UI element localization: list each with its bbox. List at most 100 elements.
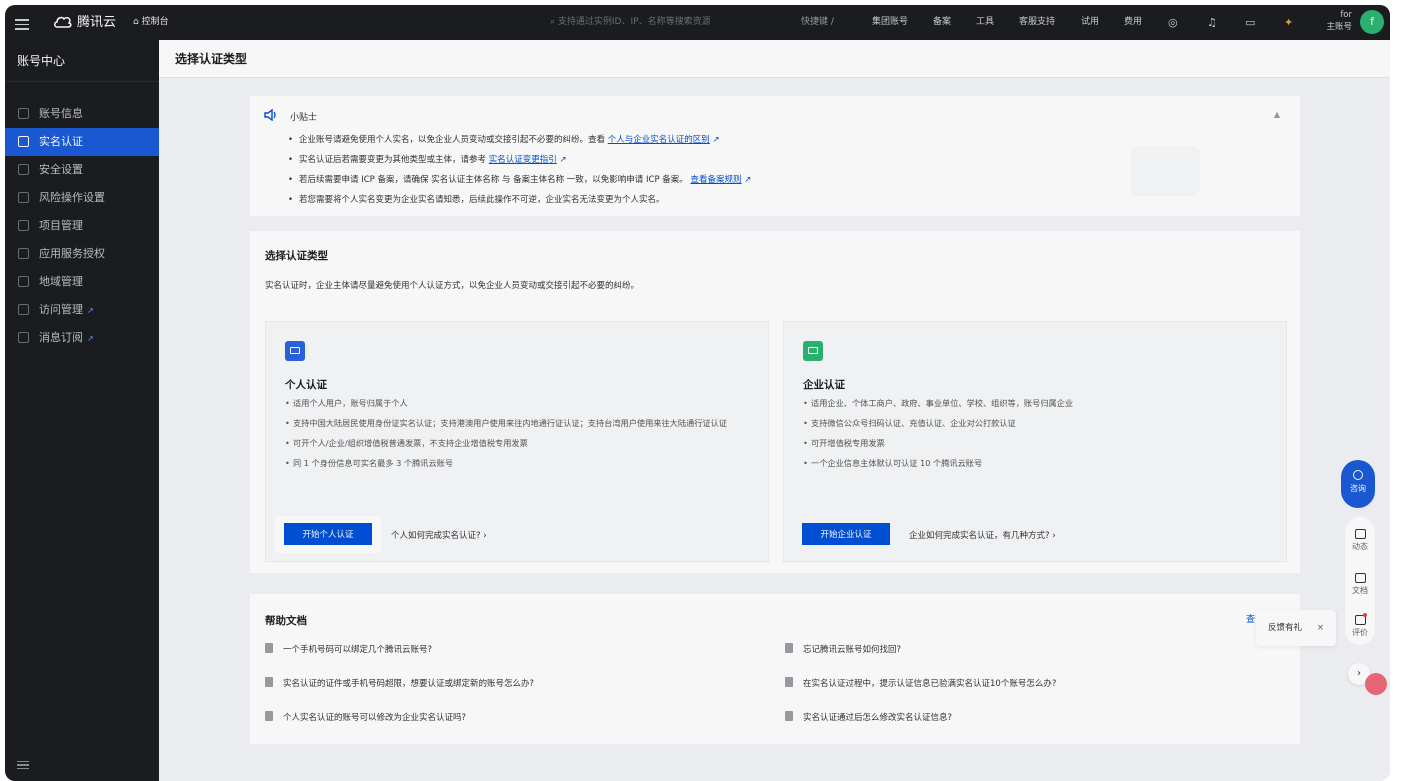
enterprise-help-link[interactable]: 企业如何完成实名认证，有几种方式? › xyxy=(909,529,1056,541)
sidebar-item-subscribe[interactable]: 消息订阅 ↗ xyxy=(5,324,159,352)
sidebar-item-projects[interactable]: 项目管理 xyxy=(5,212,159,240)
list-item: 若您需要将个人实名变更为企业实名请知悉，后续此操作不可逆，企业实名无法变更为个人… xyxy=(288,190,751,210)
console-label: 控制台 xyxy=(141,17,169,27)
enterprise-option: 企业认证 适用企业、个体工商户、政府、事业单位、学校、组织等，账号归属企业 支持… xyxy=(783,321,1287,562)
dynamic-button[interactable]: 动态 xyxy=(1345,529,1375,552)
tips-title: 小贴士 xyxy=(290,113,318,123)
megaphone-watermark-icon xyxy=(1130,146,1200,196)
float-toolbar: 动态 文档 评价 xyxy=(1345,517,1375,645)
search-input[interactable]: ⌕ 支持通过实例ID、IP、名称等搜索资源 xyxy=(550,5,711,40)
doc-link[interactable]: 实名认证的证件或手机号码超限，想要认证或绑定新的账号怎么办? xyxy=(265,677,534,689)
doc-link[interactable]: 忘记腾讯云账号如何找回? xyxy=(785,643,901,655)
list-item: 可开增值税专用发票 xyxy=(803,436,1273,450)
list-item: 企业账号请避免使用个人实名，以免企业人员变动或交接引起不必要的纠纷。查看 个人与… xyxy=(288,130,751,150)
sidebar-item-security[interactable]: 安全设置 xyxy=(5,156,159,184)
docs-button[interactable]: 文档 xyxy=(1345,573,1375,596)
dynamic-label: 动态 xyxy=(1352,542,1368,551)
sidebar-item-app-auth[interactable]: 应用服务授权 xyxy=(5,240,159,268)
option-title: 企业认证 xyxy=(803,379,845,391)
layers-icon xyxy=(18,248,29,259)
review-label: 评价 xyxy=(1352,628,1368,637)
external-link-icon: ↗ xyxy=(87,306,94,315)
nav-trial[interactable]: 试用 xyxy=(1081,5,1099,40)
map-icon xyxy=(18,276,29,287)
id-card-icon xyxy=(285,341,305,361)
nav-tools[interactable]: 工具 xyxy=(976,5,994,40)
account-type[interactable]: for 主账号 xyxy=(1326,9,1352,33)
document-icon xyxy=(785,677,793,687)
bell-icon[interactable]: ♫ xyxy=(1207,5,1217,40)
tip-link[interactable]: 个人与企业实名认证的区别 xyxy=(608,135,710,145)
tip-link[interactable]: 查看备案规则 xyxy=(690,175,741,185)
sidebar-item-risk[interactable]: 风险操作设置 xyxy=(5,184,159,212)
logo-text: 腾讯云 xyxy=(77,15,117,30)
tip-text: 实名认证后若需要变更为其他类型或主体，请参考 xyxy=(299,155,489,165)
tip-link[interactable]: 实名认证变更指引 xyxy=(489,155,557,165)
option-bullets: 适用个人用户，账号归属于个人 支持中国大陆居民使用身份证实名认证；支持港澳用户使… xyxy=(285,396,755,476)
bell-icon xyxy=(18,332,29,343)
doc-link[interactable]: 一个手机号码可以绑定几个腾讯云账号? xyxy=(265,643,432,655)
user-icon xyxy=(18,108,29,119)
external-link-icon: ↗ xyxy=(87,334,94,343)
external-link-icon: ↗ xyxy=(559,155,567,165)
close-icon[interactable]: × xyxy=(1317,610,1324,646)
external-link-icon: ↗ xyxy=(744,175,752,185)
doc-label: 忘记腾讯云账号如何找回? xyxy=(803,645,902,655)
start-enterprise-button[interactable]: 开始企业认证 xyxy=(802,523,890,545)
document-icon xyxy=(785,711,793,721)
nav-group-account[interactable]: 集团账号 xyxy=(872,5,908,40)
menu-icon[interactable] xyxy=(15,5,31,40)
sidebar-item-label: 地域管理 xyxy=(39,275,83,288)
section-title: 帮助文档 xyxy=(265,615,307,627)
sidebar-item-region[interactable]: 地域管理 xyxy=(5,268,159,296)
sidebar-item-access[interactable]: 访问管理 ↗ xyxy=(5,296,159,324)
account-role: 主账号 xyxy=(1326,22,1352,32)
message-icon[interactable]: ▭ xyxy=(1245,5,1255,40)
feedback-popup[interactable]: 反馈有礼 × xyxy=(1256,610,1336,646)
sidebar-item-label: 项目管理 xyxy=(39,219,83,232)
sidebar-item-real-name[interactable]: 实名认证 xyxy=(5,128,159,156)
apps-icon[interactable]: ✦ xyxy=(1284,5,1293,40)
sidebar-item-account-info[interactable]: 账号信息 xyxy=(5,100,159,128)
external-link-icon: ↗ xyxy=(712,135,720,145)
notification-dot xyxy=(1363,613,1367,617)
list-item: 适用个人用户，账号归属于个人 xyxy=(285,396,755,410)
sidebar-title: 账号中心 xyxy=(5,40,159,82)
tip-text: 企业账号请避免使用个人实名，以免企业人员变动或交接引起不必要的纠纷。查看 xyxy=(299,135,608,145)
nav-billing[interactable]: 费用 xyxy=(1124,5,1142,40)
avatar[interactable]: f xyxy=(1360,10,1384,34)
tips-card: 小贴士 ▲ 企业账号请避免使用个人实名，以免企业人员变动或交接引起不必要的纠纷。… xyxy=(250,96,1300,216)
doc-link[interactable]: 个人实名认证的账号可以修改为企业实名认证吗? xyxy=(265,711,466,723)
section-title: 选择认证类型 xyxy=(265,250,328,262)
more-docs-link[interactable]: 查 xyxy=(1246,612,1255,625)
key-icon xyxy=(18,304,29,315)
start-personal-button[interactable]: 开始个人认证 xyxy=(284,523,372,545)
risk-icon xyxy=(18,192,29,203)
tips-list: 企业账号请避免使用个人实名，以免企业人员变动或交接引起不必要的纠纷。查看 个人与… xyxy=(288,130,751,210)
collapse-icon[interactable]: ▲ xyxy=(1274,110,1280,119)
logo[interactable]: 腾讯云 xyxy=(53,5,116,40)
consult-button[interactable]: 咨询 xyxy=(1341,460,1375,508)
compass-icon[interactable]: ◎ xyxy=(1168,5,1178,40)
doc-label: 在实名认证过程中，提示认证信息已验满实名认证10个账号怎么办? xyxy=(803,679,1057,689)
feedback-label: 反馈有礼 xyxy=(1268,623,1303,633)
nav-beian[interactable]: 备案 xyxy=(933,5,951,40)
nav-support[interactable]: 客服支持 xyxy=(1019,5,1055,40)
doc-label: 实名认证的证件或手机号码超限，想要认证或绑定新的账号怎么办? xyxy=(283,679,535,689)
collapse-sidebar-icon[interactable] xyxy=(17,759,29,771)
console-link[interactable]: ⌂ 控制台 xyxy=(133,5,169,40)
sidebar-item-label: 风险操作设置 xyxy=(39,191,105,204)
page-header: 选择认证类型 xyxy=(159,40,1390,78)
doc-link[interactable]: 实名认证通过后怎么修改实名认证信息? xyxy=(785,711,952,723)
personal-option: 个人认证 适用个人用户，账号归属于个人 支持中国大陆居民使用身份证实名认证；支持… xyxy=(265,321,769,562)
sidebar-item-label: 实名认证 xyxy=(39,135,83,148)
document-icon xyxy=(265,643,273,653)
app-window: 腾讯云 ⌂ 控制台 ⌕ 支持通过实例ID、IP、名称等搜索资源 快捷键 / 集团… xyxy=(5,5,1390,781)
mascot-icon[interactable] xyxy=(1365,673,1387,695)
review-button[interactable]: 评价 xyxy=(1345,613,1375,638)
personal-help-link[interactable]: 个人如何完成实名认证? › xyxy=(391,529,487,541)
doc-link[interactable]: 在实名认证过程中，提示认证信息已验满实名认证10个账号怎么办? xyxy=(785,677,1056,689)
doc-label: 实名认证通过后怎么修改实名认证信息? xyxy=(803,713,953,723)
book-icon xyxy=(1354,573,1366,583)
shortcut-hint: 快捷键 / xyxy=(801,17,834,27)
